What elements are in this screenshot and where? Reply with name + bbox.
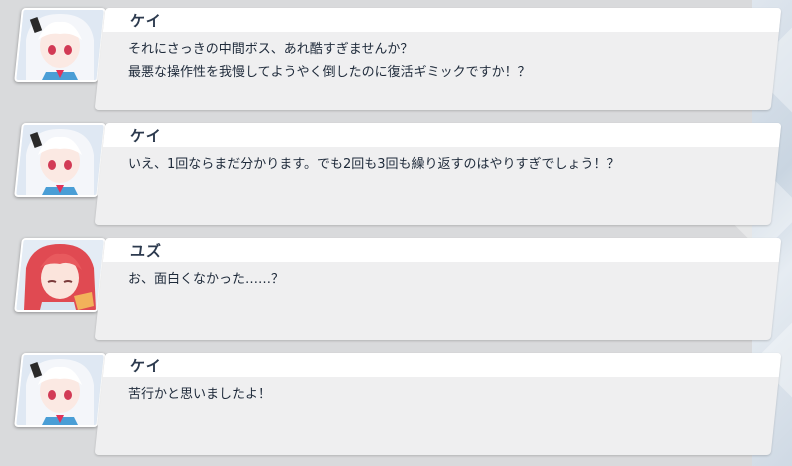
dialogue-bubble [94, 123, 782, 225]
dialogue-log-screen: ケイ それにさっきの中間ボス、あれ酷すぎませんか？ 最悪な操作性を我慢してようや… [0, 0, 792, 466]
log-entry[interactable]: ケイ 苦行かと思いましたよ！ [0, 345, 792, 459]
kei-portrait-icon [14, 123, 106, 197]
dialogue-bubble [94, 353, 782, 455]
kei-portrait-icon [14, 353, 106, 427]
dialogue-line: それにさっきの中間ボス、あれ酷すぎませんか？ [128, 42, 414, 57]
dialogue-bubble [94, 8, 782, 110]
speaker-name: ケイ [130, 357, 162, 375]
dialogue-line: いえ、1回ならまだ分かります。でも2回も3回も繰り返すのはやりすぎでしょう！？ [128, 157, 620, 172]
log-entry[interactable]: ユズ お、面白くなかった……？ [0, 230, 792, 344]
yuzu-portrait-icon [14, 238, 106, 312]
kei-portrait-icon [14, 8, 106, 82]
dialogue-line: 苦行かと思いましたよ！ [128, 387, 272, 402]
speaker-name: ケイ [130, 12, 162, 30]
speaker-name: ユズ [130, 242, 163, 260]
dialogue-bubble [94, 238, 782, 340]
speaker-name: ケイ [130, 127, 162, 145]
dialogue-line: お、面白くなかった……？ [128, 272, 285, 287]
log-entry[interactable]: ケイ いえ、1回ならまだ分かります。でも2回も3回も繰り返すのはやりすぎでしょう… [0, 115, 792, 229]
log-entry[interactable]: ケイ それにさっきの中間ボス、あれ酷すぎませんか？ 最悪な操作性を我慢してようや… [0, 0, 792, 114]
dialogue-line: 最悪な操作性を我慢してようやく倒したのに復活ギミックですか！？ [128, 65, 531, 80]
